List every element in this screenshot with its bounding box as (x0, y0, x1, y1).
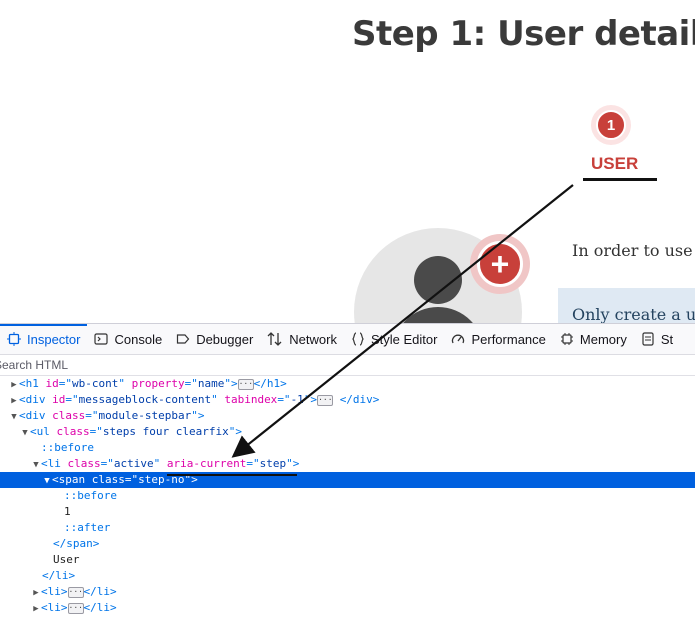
search-html-input[interactable] (0, 357, 296, 373)
tree-row-span-selected[interactable]: ▼ <span class="step-no"> (0, 472, 695, 488)
performance-icon (452, 334, 465, 344)
tab-label: Style Editor (370, 331, 438, 347)
style-editor-icon (352, 332, 364, 346)
tree-row-span-close[interactable]: </span> (0, 536, 695, 552)
tab-memory[interactable]: Memory (553, 324, 634, 354)
tab-label: Memory (579, 331, 627, 347)
console-icon (94, 333, 109, 345)
page-title: Step 1: User details (352, 14, 695, 54)
devtools-panel: Inspector Console Debugger Network Style… (0, 323, 695, 615)
storage-icon (642, 332, 654, 346)
tab-inspector[interactable]: Inspector (0, 324, 88, 354)
ellipsis-badge[interactable]: ··· (67, 602, 84, 614)
debugger-icon (177, 334, 190, 344)
ellipsis-badge[interactable]: ··· (237, 378, 254, 390)
expand-triangle-icon[interactable]: ▶ (9, 377, 19, 393)
tree-row-li-collapsed[interactable]: ▶ <li>···</li> (0, 584, 695, 600)
tab-style-editor[interactable]: Style Editor (344, 324, 444, 354)
webpage-viewport: Step 1: User details 1 USER + In order t… (0, 0, 695, 323)
network-icon (267, 332, 282, 346)
tab-label: Inspector (27, 331, 81, 347)
tab-console[interactable]: Console (87, 324, 169, 354)
tab-label: St (660, 331, 674, 347)
add-avatar-button[interactable]: + (470, 234, 530, 294)
tree-row-ul[interactable]: ▼ <ul class="steps four clearfix"> (0, 424, 695, 440)
markup-tree: ▶ <h1 id="wb-cont" property="name">···</h… (0, 376, 695, 616)
tab-label: Performance (471, 331, 546, 347)
search-html-bar (0, 355, 695, 376)
tree-row-div-messageblock[interactable]: ▶ <div id="messageblock-content" tabindex… (0, 392, 695, 408)
intro-text: In order to use Jo (572, 241, 695, 260)
tree-row-after[interactable]: ::after (0, 520, 695, 536)
collapse-triangle-icon[interactable]: ▼ (31, 457, 41, 473)
tree-row-li-active[interactable]: ▼ <li class="active" aria-current="step"> (0, 456, 695, 472)
tree-row-before[interactable]: ::before (0, 488, 695, 504)
tab-label: Network (289, 331, 337, 347)
step-label[interactable]: USER (591, 154, 638, 174)
expand-triangle-icon[interactable]: ▶ (31, 585, 41, 601)
tab-performance[interactable]: Performance (444, 324, 552, 354)
tab-storage[interactable]: St (634, 324, 680, 354)
tree-row-text[interactable]: User (0, 552, 695, 568)
step-number-circle[interactable]: 1 (591, 105, 631, 145)
collapse-triangle-icon[interactable]: ▼ (9, 409, 19, 425)
ellipsis-badge[interactable]: ··· (67, 586, 84, 598)
tree-row-h1[interactable]: ▶ <h1 id="wb-cont" property="name">···</h… (0, 376, 695, 392)
avatar-head-icon (414, 256, 462, 304)
tab-label: Debugger (196, 331, 254, 347)
tree-row-div-stepbar[interactable]: ▼ <div class="module-stepbar"> (0, 408, 695, 424)
expand-triangle-icon[interactable]: ▶ (31, 601, 41, 617)
devtools-toolbar: Inspector Console Debugger Network Style… (0, 324, 695, 355)
collapse-triangle-icon[interactable]: ▼ (20, 425, 30, 441)
plus-icon: + (477, 241, 523, 287)
tree-row-before[interactable]: ::before (0, 440, 695, 456)
expand-triangle-icon[interactable]: ▶ (9, 393, 19, 409)
info-text: Only create a use (572, 305, 695, 323)
tab-debugger[interactable]: Debugger (169, 324, 260, 354)
inspector-icon (7, 332, 21, 346)
collapse-triangle-icon[interactable]: ▼ (42, 473, 52, 489)
step-number: 1 (596, 110, 626, 140)
annotation-underline (167, 474, 297, 476)
tab-label: Console (114, 331, 163, 347)
tab-network[interactable]: Network (260, 324, 344, 354)
memory-icon (560, 333, 573, 345)
step-annotation-underline (583, 178, 657, 181)
tree-row-li-close[interactable]: </li> (0, 568, 695, 584)
tree-row-text[interactable]: 1 (0, 504, 695, 520)
ellipsis-badge[interactable]: ··· (317, 394, 334, 406)
